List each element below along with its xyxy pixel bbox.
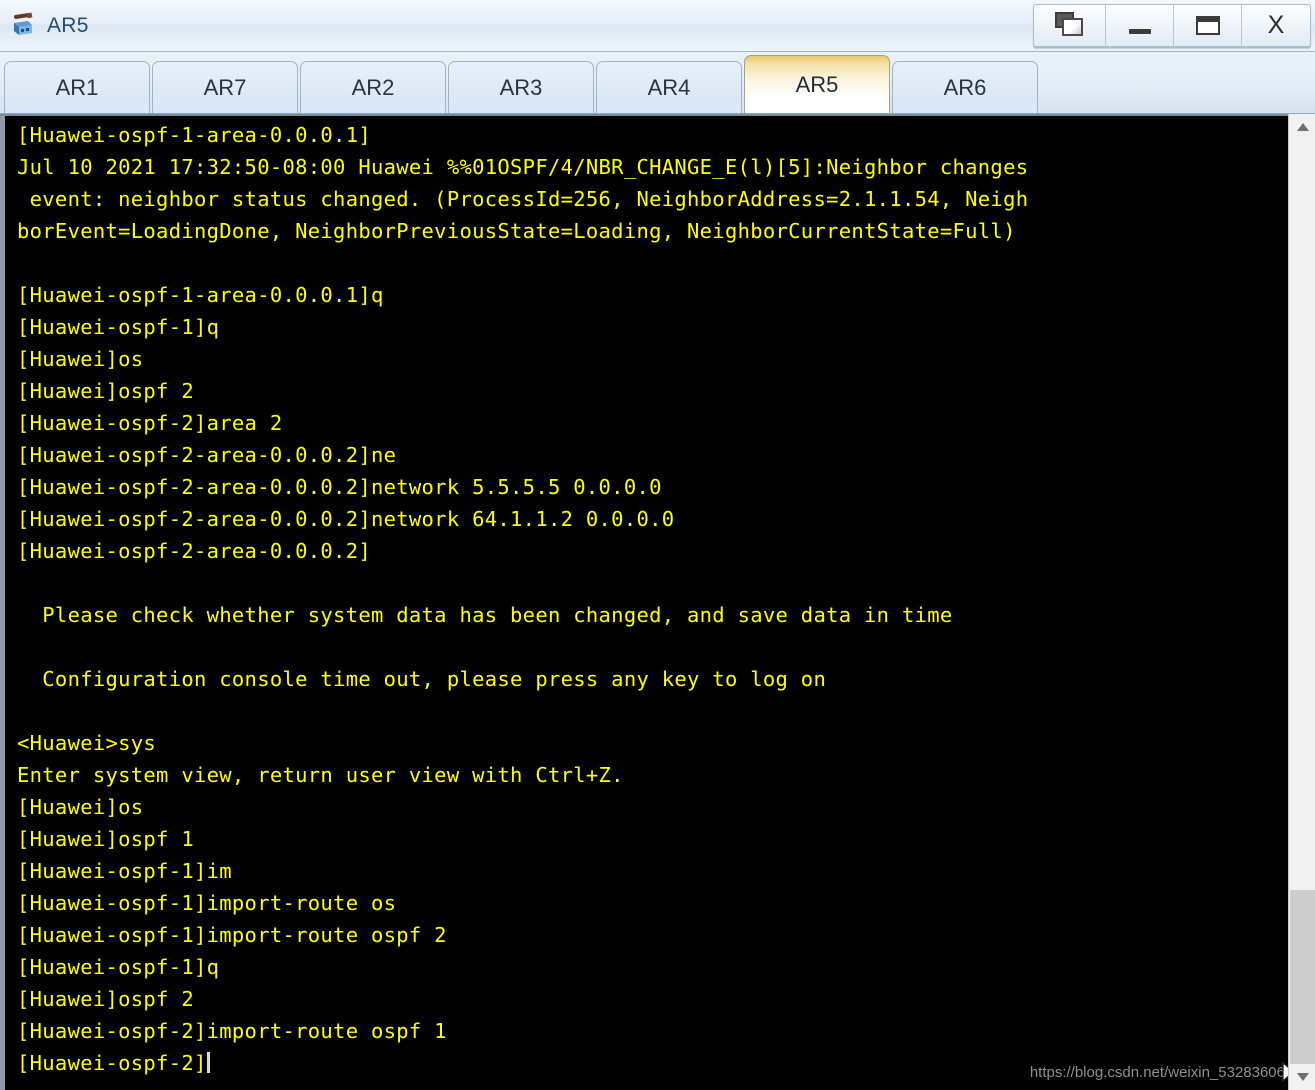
tab-label: AR6 [943,74,987,100]
cascade-icon [1054,12,1085,38]
tab-ar3[interactable]: AR3 [448,61,594,113]
scroll-up-arrow-icon[interactable] [1289,114,1315,140]
tab-ar1[interactable]: AR1 [4,61,150,113]
terminal-line: [Huawei-ospf-1]im [17,859,232,883]
terminal-line: [Huawei-ospf-1]import-route os [17,891,397,915]
terminal-line: [Huawei-ospf-2-area-0.0.0.2]network 64.1… [17,507,675,531]
scrollbar-thumb[interactable] [1290,890,1315,1086]
terminal-line: [Huawei-ospf-1]q [17,955,220,979]
tab-label: AR7 [203,74,247,100]
window-title-bar: AR5 X [0,0,1315,52]
scroll-down-arrow-icon[interactable] [1289,1064,1315,1090]
terminal-line: borEvent=LoadingDone, NeighborPreviousSt… [17,219,1016,243]
terminal-panel: [Huawei-ospf-1-area-0.0.0.1] Jul 10 2021 … [0,114,1315,1090]
maximize-button[interactable] [1174,4,1242,46]
terminal-scrollbar[interactable] [1288,114,1315,1090]
close-button[interactable]: X [1242,5,1310,46]
terminal-line: [Huawei-ospf-1-area-0.0.0.1] [17,123,371,147]
minimize-button[interactable] [1106,4,1174,46]
tab-label: AR4 [647,74,691,100]
terminal-line: [Huawei-ospf-1-area-0.0.0.1]q [17,283,384,307]
tab-label: AR1 [55,74,99,100]
tab-label: AR3 [499,74,543,100]
terminal-output: [Huawei-ospf-1-area-0.0.0.1] Jul 10 2021 … [5,119,1315,1079]
tab-label: AR5 [795,71,839,97]
terminal-line: Configuration console time out, please p… [17,667,827,691]
terminal-line: [Huawei]ospf 2 [17,987,194,1011]
cascade-windows-button[interactable] [1034,4,1106,46]
tab-ar2[interactable]: AR2 [300,61,446,113]
tab-ar6[interactable]: AR6 [892,61,1038,113]
terminal-line: [Huawei-ospf-2]import-route ospf 1 [17,1019,447,1043]
terminal-line: [Huawei]os [17,347,144,371]
terminal-line: Please check whether system data has bee… [17,603,953,627]
terminal-line: [Huawei-ospf-1]import-route ospf 2 [17,923,447,947]
minimize-icon [1128,28,1151,34]
maximize-icon [1195,15,1220,35]
terminal-line: [Huawei-ospf-2-area-0.0.0.2]network 5.5.… [17,475,662,499]
terminal-line: [Huawei-ospf-1]q [17,315,220,339]
title-bar-left: AR5 [0,0,1033,51]
terminal-line: [Huawei-ospf-2-area-0.0.0.2]ne [17,443,397,467]
watermark-text: https://blog.csdn.net/weixin_53283606 [1029,1064,1285,1081]
terminal-line: [Huawei]ospf 1 [17,827,194,851]
terminal-line: [Huawei]ospf 2 [17,379,194,403]
terminal-line: event: neighbor status changed. (Process… [17,187,1029,211]
terminal-line: [Huawei-ospf-2]area 2 [17,411,283,435]
terminal-console[interactable]: [Huawei-ospf-1-area-0.0.0.1] Jul 10 2021 … [5,116,1315,1090]
window-controls: X [1033,3,1311,48]
terminal-line: Enter system view, return user view with… [17,763,624,787]
terminal-line: <Huawei>sys [17,731,157,755]
terminal-line: Jul 10 2021 17:32:50-08:00 Huawei %%01OS… [17,155,1029,179]
terminal-line: [Huawei]os [17,795,144,819]
tab-ar5[interactable]: AR5 [744,55,890,113]
tab-ar7[interactable]: AR7 [152,61,298,113]
router-icon [8,11,38,41]
terminal-prompt-text: [Huawei-ospf-2] [17,1051,207,1075]
tab-label: AR2 [351,74,395,100]
device-tab-strip: AR1 AR7 AR2 AR3 AR4 AR5 AR6 [0,52,1315,114]
window-title: AR5 [47,13,89,37]
terminal-cursor [206,1052,210,1073]
close-icon: X [1267,10,1285,39]
terminal-line: [Huawei-ospf-2-area-0.0.0.2] [17,539,371,563]
tab-ar4[interactable]: AR4 [596,61,742,113]
